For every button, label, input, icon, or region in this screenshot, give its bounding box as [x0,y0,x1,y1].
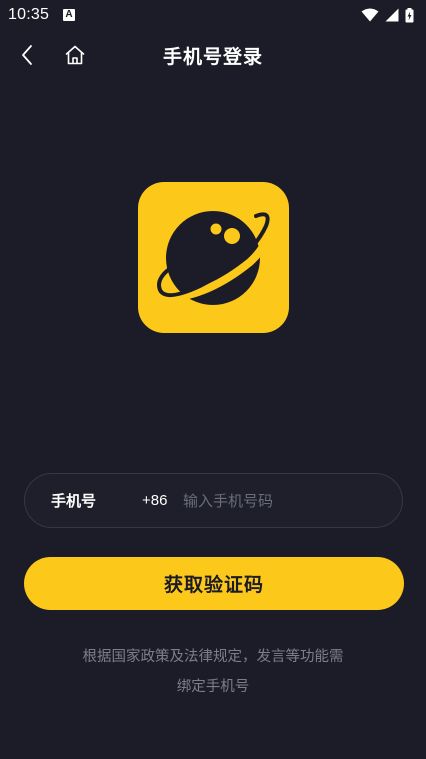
status-time: 10:35 [8,6,50,23]
wifi-icon [361,8,379,22]
phone-field[interactable]: 手机号 +86 [24,473,403,528]
get-code-button[interactable]: 获取验证码 [24,557,404,610]
app-logo [138,182,289,333]
planet-icon [153,211,272,305]
phone-input[interactable] [183,483,383,518]
nav-bar: 手机号登录 [0,30,426,80]
battery-charging-icon [405,7,414,22]
status-bar: 10:35 A [0,0,426,30]
policy-notice: 根据国家政策及法律规定，发言等功能需 绑定手机号 [40,642,386,702]
policy-line-1: 根据国家政策及法律规定，发言等功能需 [82,649,344,665]
policy-line-2: 绑定手机号 [176,679,250,695]
signal-icon [385,8,399,22]
page-title: 手机号登录 [162,46,263,68]
phone-label: 手机号 [51,492,97,510]
notification-badge: A [63,9,76,21]
login-screen: 10:35 A 手机号登录 手机号 +86 输入手机号码 获取验证码 根据国家政… [0,0,426,759]
country-code[interactable]: +86 [142,492,167,509]
status-icons [361,7,414,23]
